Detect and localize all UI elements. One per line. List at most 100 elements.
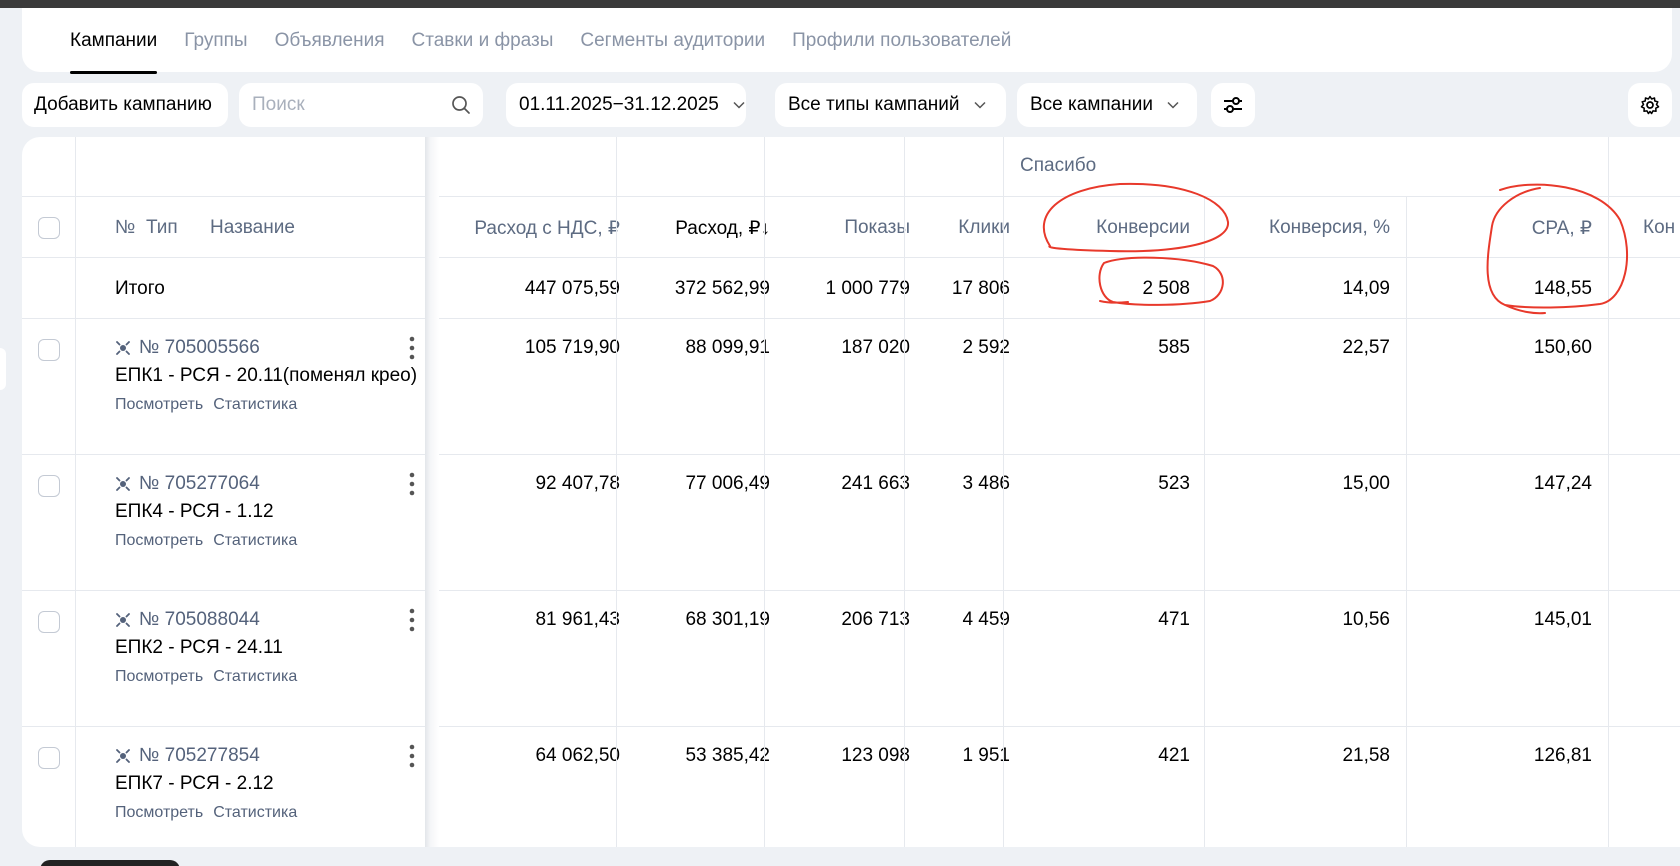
frozen-column-shadow — [425, 137, 439, 847]
table-header-group-row: Спасибо — [22, 137, 1680, 197]
kebab-menu-icon[interactable] — [402, 743, 422, 769]
chevron-down-icon — [733, 101, 745, 109]
column-divider — [1608, 137, 1609, 847]
cell-cpa: 145,01 — [1533, 609, 1592, 630]
goal-group-header: Спасибо — [1020, 155, 1097, 176]
view-link[interactable]: Посмотреть — [115, 396, 203, 414]
campaign-name[interactable]: ЕПК2 - РСЯ - 24.11 — [115, 637, 283, 659]
campaign-types-select[interactable]: Все типы кампаний — [775, 83, 1006, 127]
column-divider — [75, 137, 76, 847]
kebab-menu-icon[interactable] — [402, 471, 422, 497]
tab-ads[interactable]: Объявления — [275, 30, 385, 74]
table-row[interactable]: № 705088044 ЕПК2 - РСЯ - 24.11 Посмотрет… — [22, 591, 1680, 727]
header-impressions[interactable]: Показы — [844, 217, 910, 239]
column-divider — [1003, 137, 1004, 847]
cell-spend-vat: 64 062,50 — [535, 745, 620, 766]
tab-groups[interactable]: Группы — [184, 30, 247, 74]
row-checkbox[interactable] — [38, 747, 60, 769]
campaign-id[interactable]: № 705277854 — [115, 745, 260, 767]
campaign-number: № 705088044 — [139, 609, 260, 630]
cell-cpa: 147,24 — [1533, 473, 1592, 494]
tab-bids-phrases[interactable]: Ставки и фразы — [412, 30, 554, 74]
date-range-value: 01.11.2025−31.12.2025 — [519, 94, 719, 115]
column-divider — [616, 137, 617, 847]
cell-cpa: 150,60 — [1533, 337, 1592, 358]
column-divider — [1204, 197, 1205, 847]
top-strip — [0, 0, 1680, 8]
network-icon — [116, 477, 130, 491]
settings-button[interactable] — [1628, 83, 1672, 127]
view-link[interactable]: Посмотреть — [115, 532, 203, 550]
header-conversion-rate[interactable]: Конверсия, % — [1269, 217, 1390, 239]
total-clicks: 17 806 — [951, 278, 1010, 299]
stats-link[interactable]: Статистика — [213, 396, 297, 414]
cell-impressions: 206 713 — [841, 609, 910, 630]
total-cpa: 148,55 — [1533, 278, 1592, 299]
cell-spend-vat: 81 961,43 — [535, 609, 620, 630]
table-row[interactable]: № 705005566 ЕПК1 - РСЯ - 20.11(поменял к… — [22, 319, 1680, 455]
total-conversion-rate: 14,09 — [1342, 278, 1390, 299]
filters-button[interactable] — [1211, 83, 1255, 127]
stats-link[interactable]: Статистика — [213, 804, 297, 822]
cell-impressions: 123 098 — [841, 745, 910, 766]
cell-spend: 68 301,19 — [685, 609, 770, 630]
row-checkbox[interactable] — [38, 339, 60, 361]
tab-user-profiles[interactable]: Профили пользователей — [792, 30, 1011, 74]
campaign-id[interactable]: № 705088044 — [115, 609, 260, 631]
row-checkbox[interactable] — [38, 611, 60, 633]
totals-row: Итого 447 075,59 372 562,99 1 000 779 17… — [22, 258, 1680, 319]
search-input[interactable]: Поиск — [239, 83, 483, 127]
cell-spend: 53 385,42 — [685, 745, 770, 766]
tab-audience-segments[interactable]: Сегменты аудитории — [580, 30, 765, 74]
add-campaign-button[interactable]: Добавить кампанию — [22, 83, 228, 127]
view-link[interactable]: Посмотреть — [115, 804, 203, 822]
column-divider — [764, 137, 765, 847]
campaigns-select[interactable]: Все кампании — [1017, 83, 1197, 127]
cell-conversion-rate: 10,56 — [1342, 609, 1390, 630]
table-row[interactable]: № 705277854 ЕПК7 - РСЯ - 2.12 Посмотреть… — [22, 727, 1680, 847]
totals-label: Итого — [115, 278, 165, 299]
date-range-select[interactable]: 01.11.2025−31.12.2025 — [506, 83, 746, 127]
row-checkbox[interactable] — [38, 475, 60, 497]
campaigns-value: Все кампании — [1030, 94, 1153, 115]
header-name[interactable]: Название — [210, 217, 295, 239]
campaign-types-value: Все типы кампаний — [788, 94, 960, 115]
campaigns-table: Спасибо № Тип Название Расход с НДС, ₽ Р… — [22, 137, 1680, 847]
cell-conversion-rate: 21,58 — [1342, 745, 1390, 766]
campaign-name[interactable]: ЕПК7 - РСЯ - 2.12 — [115, 773, 274, 795]
campaign-links: Посмотреть Статистика — [115, 668, 297, 686]
header-cpa[interactable]: CPA, ₽ — [1532, 217, 1592, 240]
stats-link[interactable]: Статистика — [213, 532, 297, 550]
campaign-name[interactable]: ЕПК1 - РСЯ - 20.11(поменял крео) — [115, 365, 417, 387]
cell-impressions: 187 020 — [841, 337, 910, 358]
select-all-checkbox[interactable] — [38, 217, 60, 239]
kebab-menu-icon[interactable] — [402, 607, 422, 633]
kebab-menu-icon[interactable] — [402, 335, 422, 361]
header-num[interactable]: № — [115, 217, 135, 239]
chevron-down-icon — [1167, 101, 1179, 109]
table-row[interactable]: № 705277064 ЕПК4 - РСЯ - 1.12 Посмотреть… — [22, 455, 1680, 591]
cell-conversion-rate: 22,57 — [1342, 337, 1390, 358]
tab-campaigns[interactable]: Кампании — [70, 30, 158, 74]
view-link[interactable]: Посмотреть — [115, 668, 203, 686]
stats-link[interactable]: Статистика — [213, 668, 297, 686]
header-conversions[interactable]: Конверсии — [1096, 217, 1190, 239]
column-divider — [904, 137, 905, 847]
campaign-id[interactable]: № 705005566 — [115, 337, 260, 359]
header-type[interactable]: Тип — [146, 217, 178, 239]
campaign-id[interactable]: № 705277064 — [115, 473, 260, 495]
campaign-links: Посмотреть Статистика — [115, 804, 297, 822]
bottom-floating-bar[interactable] — [40, 860, 180, 866]
side-panel-handle[interactable] — [0, 348, 6, 390]
campaign-name[interactable]: ЕПК4 - РСЯ - 1.12 — [115, 501, 274, 523]
search-placeholder: Поиск — [252, 94, 305, 115]
total-spend: 372 562,99 — [674, 278, 770, 299]
gear-icon — [1640, 95, 1660, 115]
campaign-links: Посмотреть Статистика — [115, 532, 297, 550]
header-spend-sorted[interactable]: Расход, ₽↓ — [675, 217, 770, 240]
cell-conversions: 523 — [1158, 473, 1190, 494]
tab-list: Кампании Группы Объявления Ставки и фраз… — [70, 30, 1011, 74]
header-spend-vat[interactable]: Расход с НДС, ₽ — [474, 217, 620, 240]
cell-spend-vat: 105 719,90 — [524, 337, 620, 358]
header-partial[interactable]: Кон — [1643, 217, 1675, 239]
